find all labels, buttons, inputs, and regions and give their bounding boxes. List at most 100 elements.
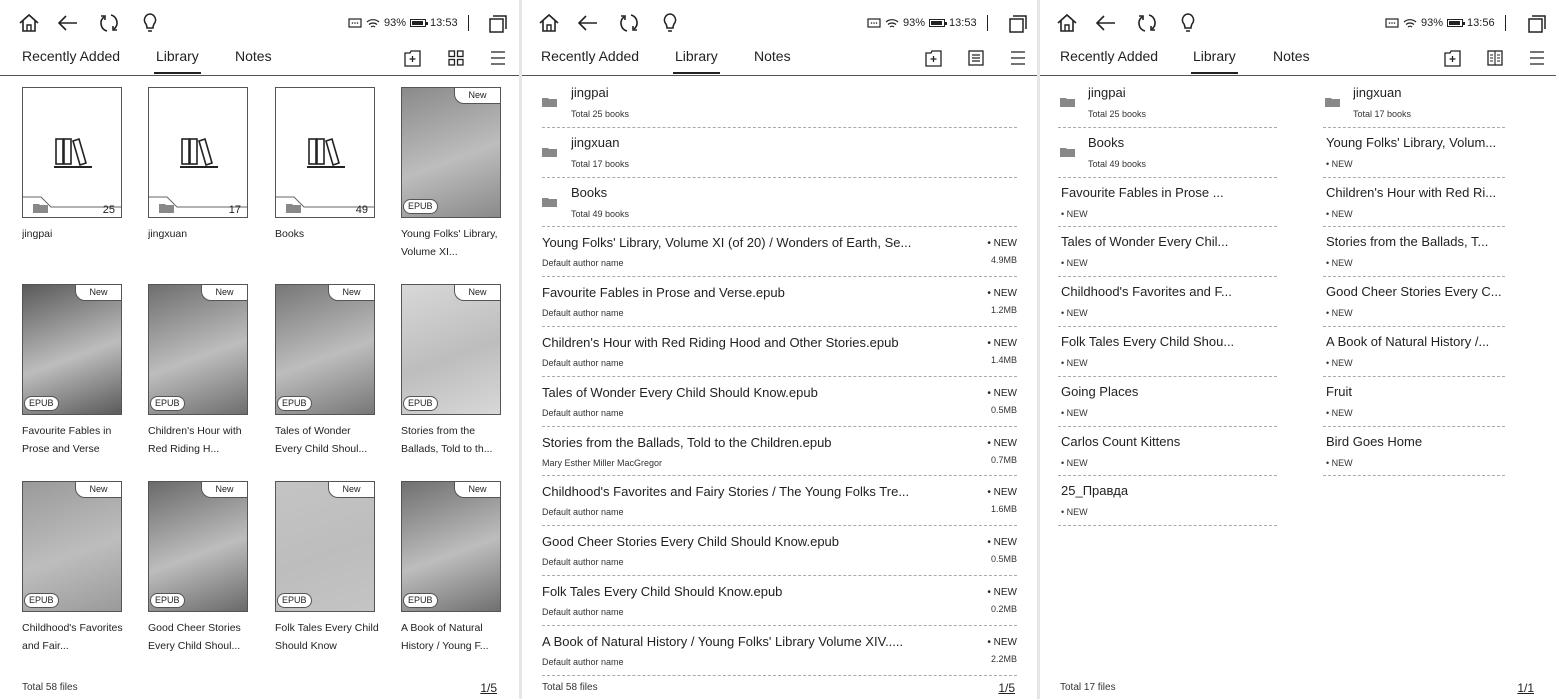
book-row[interactable]: Stories from the Ballads, T... • NEW <box>1323 227 1505 278</box>
book-title: Fruit <box>1326 383 1352 399</box>
folder-row[interactable]: jingpai Total 25 books <box>1058 78 1277 128</box>
folder-count: 25 <box>102 204 115 216</box>
tab-bar: Recently Added Library Notes <box>0 44 519 76</box>
menu-icon[interactable] <box>1010 51 1026 65</box>
file-size: 1.2MB <box>990 305 1017 316</box>
home-icon[interactable] <box>538 13 560 33</box>
window-switch-icon[interactable] <box>1527 14 1547 34</box>
folder-row[interactable]: jingxuan Total 17 books <box>1323 78 1505 128</box>
menu-icon[interactable] <box>490 51 506 65</box>
new-badge: • NEW <box>987 537 1017 549</box>
folder-name: Books <box>571 184 608 200</box>
new-badge: • NEW <box>1061 457 1088 468</box>
folder-book-count: Total 25 books <box>571 109 630 119</box>
refresh-icon[interactable] <box>618 12 640 34</box>
page-indicator[interactable]: 1/1 <box>1517 681 1534 695</box>
tab-library[interactable]: Library <box>1191 48 1238 74</box>
page-indicator[interactable]: 1/5 <box>998 681 1015 695</box>
tab-library[interactable]: Library <box>673 48 720 74</box>
battery-percent: 93% <box>1421 17 1444 29</box>
back-arrow-icon[interactable] <box>1095 14 1117 32</box>
tab-notes[interactable]: Notes <box>754 48 791 64</box>
tab-library[interactable]: Library <box>154 48 201 74</box>
book-row[interactable]: Stories from the Ballads, Told to the Ch… <box>542 427 1017 477</box>
list-view-icon[interactable] <box>968 50 984 66</box>
book-row[interactable]: Favourite Fables in Prose and Verse.epub… <box>542 277 1017 327</box>
new-badge: New <box>454 482 500 498</box>
book-row[interactable]: Children's Hour with Red Ri... • NEW <box>1323 178 1505 228</box>
book-author: Mary Esther Miller MacGregor <box>542 457 663 468</box>
new-badge: • NEW <box>1326 407 1353 418</box>
tab-notes[interactable]: Notes <box>1273 48 1310 64</box>
two-column-view-icon[interactable] <box>1487 50 1503 66</box>
folder-icon <box>1325 95 1341 113</box>
file-size: 1.4MB <box>990 355 1017 365</box>
tab-bar: Recently Added Library Notes <box>1040 44 1556 76</box>
book-title: Stories from the Ballads, Told to th... <box>401 425 493 455</box>
book-row[interactable]: Tales of Wonder Every Child Should Know.… <box>542 377 1017 427</box>
back-arrow-icon[interactable] <box>577 14 599 32</box>
message-icon <box>867 17 881 28</box>
refresh-icon[interactable] <box>1136 12 1158 34</box>
tab-recently-added[interactable]: Recently Added <box>1060 48 1158 64</box>
new-folder-icon[interactable] <box>1444 50 1461 67</box>
home-icon[interactable] <box>1056 13 1078 33</box>
battery-icon <box>929 19 948 27</box>
window-switch-icon[interactable] <box>1008 14 1028 34</box>
window-switch-icon[interactable] <box>488 14 508 34</box>
book-row[interactable]: Bird Goes Home • NEW <box>1323 427 1505 477</box>
format-badge: EPUB <box>150 396 185 411</box>
folder-row[interactable]: Books Total 49 books <box>1058 128 1277 178</box>
book-title: Stories from the Ballads, Told to the Ch… <box>542 434 832 450</box>
book-row[interactable]: Fruit • NEW <box>1323 377 1505 427</box>
format-badge: EPUB <box>150 593 185 608</box>
folder-row[interactable]: jingxuan Total 17 books <box>542 128 1017 178</box>
page-indicator[interactable]: 1/5 <box>480 681 497 695</box>
home-icon[interactable] <box>18 13 40 33</box>
book-row[interactable]: Tales of Wonder Every Chil... • NEW <box>1058 227 1277 278</box>
frontlight-icon[interactable] <box>1180 12 1196 34</box>
folder-book-count: Total 17 books <box>1353 109 1412 119</box>
folder-name: Books <box>1088 134 1125 150</box>
tab-recently-added[interactable]: Recently Added <box>22 48 120 64</box>
message-icon <box>1385 17 1399 28</box>
book-title: Good Cheer Stories Every C... <box>1326 284 1502 300</box>
book-row[interactable]: A Book of Natural History /... • NEW <box>1323 327 1505 377</box>
book-row[interactable]: Childhood's Favorites and F... • NEW <box>1058 277 1277 327</box>
grid-view-icon[interactable] <box>448 50 464 66</box>
book-row[interactable]: Good Cheer Stories Every C... • NEW <box>1323 277 1505 327</box>
frontlight-icon[interactable] <box>662 12 678 34</box>
refresh-icon[interactable] <box>98 12 120 34</box>
book-title: Young Folks' Library, Volume XI (of 20) … <box>542 235 912 251</box>
book-title: Young Folks' Library, Volum... <box>1326 134 1497 150</box>
new-folder-icon[interactable] <box>404 50 421 67</box>
book-row[interactable]: Carlos Count Kittens • NEW <box>1058 427 1277 477</box>
book-row[interactable]: Going Places • NEW <box>1058 377 1277 427</box>
frontlight-icon[interactable] <box>142 12 158 34</box>
book-row[interactable]: A Book of Natural History / Young Folks'… <box>542 626 1017 676</box>
folder-row[interactable]: Books Total 49 books <box>542 178 1017 228</box>
book-row[interactable]: Children's Hour with Red Riding Hood and… <box>542 327 1017 377</box>
tab-recently-added[interactable]: Recently Added <box>541 48 639 64</box>
folder-icon <box>1060 145 1076 163</box>
book-row[interactable]: Young Folks' Library, Volum... • NEW <box>1323 128 1505 178</box>
book-row[interactable]: Young Folks' Library, Volume XI (of 20) … <box>542 227 1017 278</box>
new-badge: • NEW <box>987 437 1017 449</box>
book-row[interactable]: Folk Tales Every Child Shou... • NEW <box>1058 327 1277 377</box>
menu-icon[interactable] <box>1529 51 1545 65</box>
new-badge: New <box>201 482 247 498</box>
book-row[interactable]: Folk Tales Every Child Should Know.epub D… <box>542 576 1017 626</box>
new-folder-icon[interactable] <box>925 50 942 67</box>
folder-row[interactable]: jingpai Total 25 books <box>542 78 1017 128</box>
book-row[interactable]: Childhood's Favorites and Fairy Stories … <box>542 476 1017 527</box>
book-row[interactable]: Favourite Fables in Prose ... • NEW <box>1058 178 1277 228</box>
tab-notes[interactable]: Notes <box>235 48 272 64</box>
book-title: Folk Tales Every Child Should Know <box>275 622 379 652</box>
book-row[interactable]: Good Cheer Stories Every Child Should Kn… <box>542 526 1017 576</box>
book-cover: New EPUB <box>401 284 501 415</box>
format-badge: EPUB <box>24 396 59 411</box>
book-cover: New EPUB <box>401 87 501 218</box>
back-arrow-icon[interactable] <box>57 14 79 32</box>
new-badge: New <box>75 482 121 498</box>
book-row[interactable]: 25_Правда • NEW <box>1058 476 1277 527</box>
